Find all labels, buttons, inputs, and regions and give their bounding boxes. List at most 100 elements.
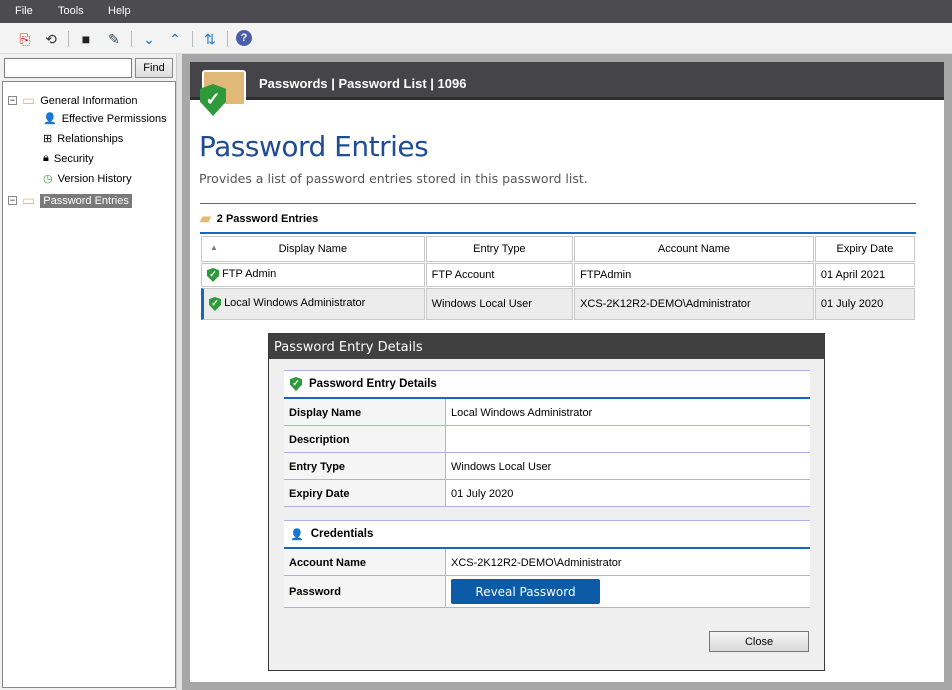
divider [192, 31, 193, 47]
tree-label: General Information [40, 94, 138, 107]
password-folder-icon: ▭ [22, 192, 36, 208]
divider [227, 31, 228, 47]
cell-text: Local Windows Administrator [224, 297, 366, 309]
field-row: Display Name Local Windows Administrator [284, 399, 810, 426]
tree-label: Version History [57, 172, 132, 185]
page-header: Passwords | Password List | 1096 [190, 62, 944, 100]
sync-icon[interactable]: ⇅ [201, 30, 219, 48]
table-row-selected[interactable]: ✓ Local Windows Administrator Windows Lo… [201, 288, 915, 320]
column-expiry-date[interactable]: Expiry Date [814, 236, 915, 262]
field-label: Description [284, 426, 446, 452]
password-entry-details-dialog: Password Entry Details ✓ Password Entry D… [268, 333, 825, 671]
tree-label: Relationships [57, 132, 124, 145]
divider [200, 203, 916, 204]
cell-expiry-date: 01 July 2020 [814, 288, 915, 320]
table-header: ▲ Display Name Entry Type Account Name Ex… [201, 236, 915, 262]
section-title: Password Entry Details [309, 378, 437, 390]
cell-expiry-date: 01 April 2021 [814, 263, 915, 287]
field-value: Reveal Password [446, 576, 605, 607]
menu-help[interactable]: Help [108, 5, 131, 17]
cell-entry-type: Windows Local User [425, 288, 574, 320]
cell-account-name: FTPAdmin [574, 263, 814, 287]
column-account-name[interactable]: Account Name [574, 236, 814, 262]
field-value: XCS-2K12R2-DEMO\Administrator [451, 557, 622, 569]
section-header: ✓ Password Entry Details [284, 371, 810, 399]
lock-icon: 🔒︎ [43, 152, 49, 164]
details-section: ✓ Password Entry Details Display Name Loca… [284, 370, 810, 507]
save-icon[interactable]: ■ [77, 30, 95, 48]
section-title: Credentials [310, 528, 374, 540]
tree-node-effective-permissions[interactable]: 👤 Effective Permissions [43, 112, 167, 126]
field-value: Local Windows Administrator [451, 407, 593, 419]
tree-node-security[interactable]: 🔒︎ Security [43, 152, 94, 165]
menu-bar: File Tools Help [0, 0, 952, 23]
tree-label: Security [53, 152, 94, 165]
header-title: Passwords | Password List | 1096 [259, 76, 467, 91]
field-label: Password [284, 576, 446, 607]
reveal-password-button[interactable]: Reveal Password [451, 579, 600, 604]
collapse-icon[interactable]: − [8, 96, 17, 105]
entries-count: ▰ 2 Password Entries [200, 210, 318, 227]
tree-node-relationships[interactable]: ⊞ Relationships [43, 132, 124, 146]
dialog-title: Password Entry Details [269, 334, 824, 359]
toolbar: ⎘ ⟲ ■ ✎ ⌄ ⌃ ⇅ ? [0, 23, 952, 54]
password-entries-table: ▲ Display Name Entry Type Account Name Ex… [200, 235, 916, 321]
cell-text: FTP Admin [222, 268, 277, 280]
field-row: Expiry Date 01 July 2020 [284, 480, 810, 507]
menu-file[interactable]: File [15, 5, 33, 17]
shield-check-icon: ✓ [290, 377, 302, 391]
search-input[interactable] [4, 58, 132, 78]
cell-display-name: ✓ FTP Admin [201, 263, 425, 287]
chevron-up-icon[interactable]: ⌃ [166, 30, 184, 48]
relationships-icon: ⊞ [43, 133, 53, 145]
page-subtitle: Provides a list of password entries stor… [199, 171, 588, 186]
shield-check-icon: ✓ [209, 297, 221, 311]
divider [68, 31, 69, 47]
tree-node-version-history[interactable]: ◷ Version History [43, 172, 132, 186]
field-label: Display Name [284, 399, 446, 425]
export-icon[interactable]: ⟲ [42, 30, 60, 48]
credentials-icon: 👤 [290, 528, 304, 541]
shield-check-icon: ✓ [200, 84, 226, 116]
help-icon[interactable]: ? [236, 30, 252, 46]
table-row[interactable]: ✓ FTP Admin FTP Account FTPAdmin 01 Apri… [201, 263, 915, 287]
field-value [446, 426, 456, 452]
tree-label: Effective Permissions [61, 112, 167, 125]
page-title: Password Entries [199, 130, 429, 163]
menu-tools[interactable]: Tools [58, 5, 84, 17]
navigation-tree: − ▭ General Information 👤 Effective Permi… [2, 81, 176, 688]
field-value: 01 July 2020 [451, 488, 514, 500]
column-label: Display Name [278, 243, 348, 255]
edit-icon[interactable]: ✎ [105, 30, 123, 48]
field-row: Description [284, 426, 810, 453]
chevron-down-icon[interactable]: ⌄ [140, 30, 158, 48]
field-label: Expiry Date [284, 480, 446, 506]
export-pdf-icon[interactable]: ⎘ [16, 30, 34, 48]
sort-ascending-icon: ▲ [210, 243, 218, 252]
tree-node-general-information[interactable]: − ▭ General Information [8, 92, 137, 109]
divider [200, 232, 916, 234]
cell-account-name: XCS-2K12R2-DEMO\Administrator [574, 288, 814, 320]
folder-icon: ▭ [22, 92, 36, 108]
shield-check-icon: ✓ [207, 268, 219, 282]
field-row: Account Name XCS-2K12R2-DEMO\Administrato… [284, 549, 810, 576]
section-header: 👤 Credentials [284, 521, 810, 549]
tree-node-password-entries[interactable]: − ▭ Password Entries [8, 192, 132, 209]
cell-entry-type: FTP Account [425, 263, 574, 287]
close-button[interactable]: Close [709, 631, 809, 652]
user-permissions-icon: 👤 [43, 113, 57, 125]
tree-label: Password Entries [40, 193, 132, 208]
column-entry-type[interactable]: Entry Type [425, 236, 574, 262]
field-row: Entry Type Windows Local User [284, 453, 810, 480]
history-icon: ◷ [43, 173, 53, 185]
cell-display-name: ✓ Local Windows Administrator [201, 288, 425, 320]
field-label: Entry Type [284, 453, 446, 479]
credentials-section: 👤 Credentials Account Name XCS-2K12R2-DEMO… [284, 520, 810, 608]
column-display-name[interactable]: ▲ Display Name [201, 236, 425, 262]
field-value: Windows Local User [451, 461, 552, 473]
field-row: Password Reveal Password [284, 576, 810, 608]
count-label: 2 Password Entries [216, 212, 319, 225]
find-button[interactable]: Find [135, 58, 173, 78]
collapse-icon[interactable]: − [8, 196, 17, 205]
divider [131, 31, 132, 47]
